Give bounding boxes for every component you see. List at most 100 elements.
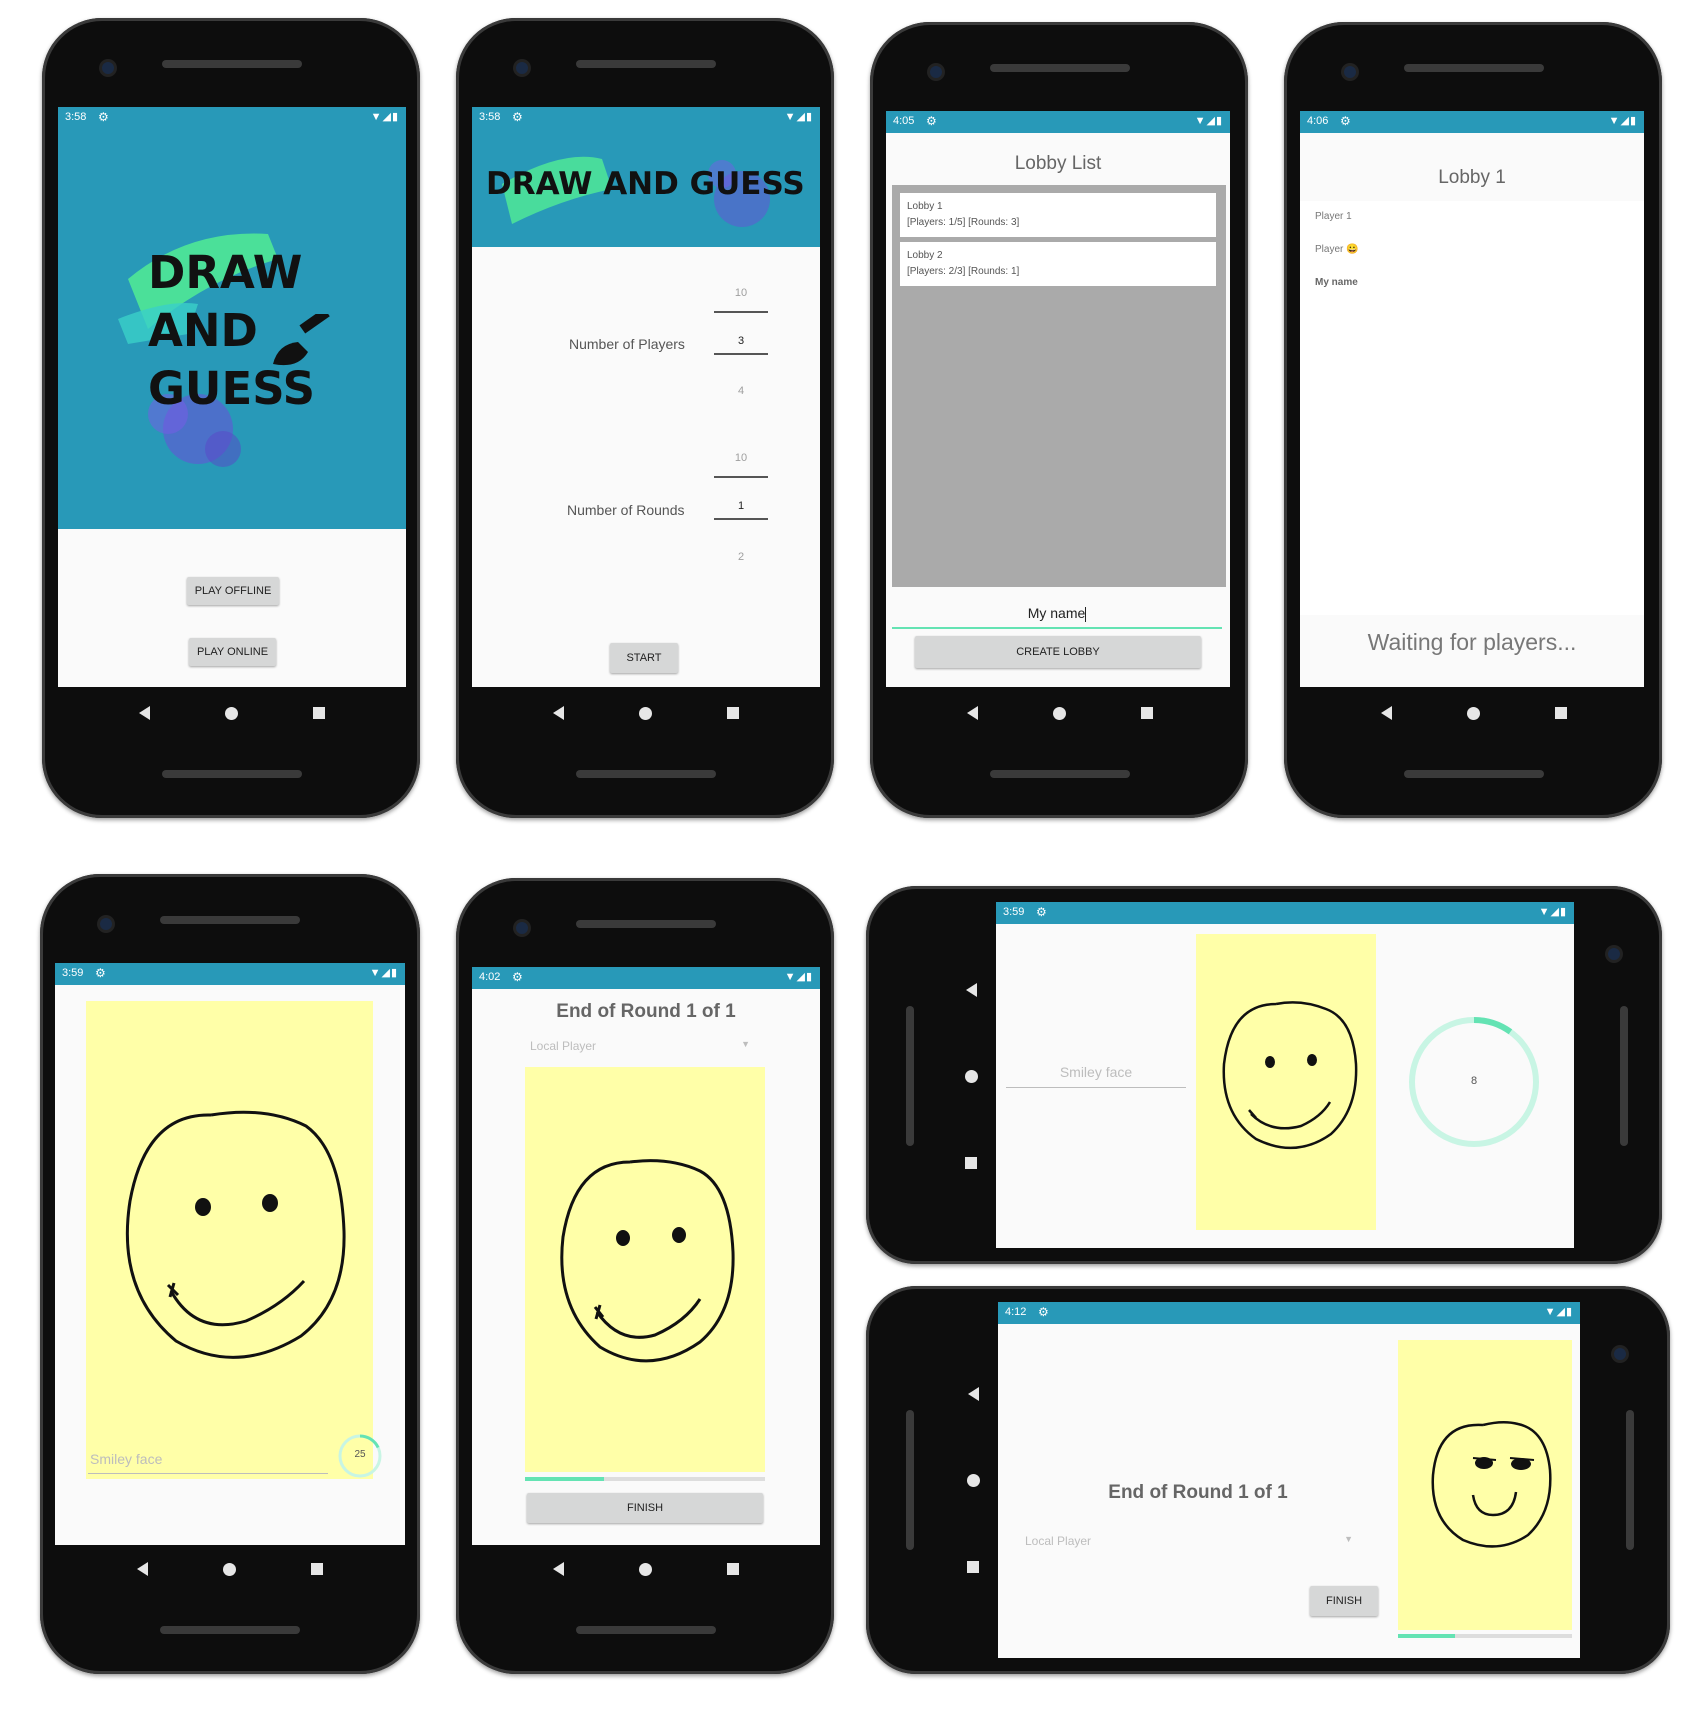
- round-progress-fill: [1398, 1634, 1456, 1638]
- nav-recent-icon[interactable]: [967, 1561, 979, 1574]
- guess-input[interactable]: Smiley face: [1006, 1057, 1186, 1088]
- bottom-speaker: [906, 1006, 914, 1146]
- signal-icon: ◢: [1206, 115, 1216, 127]
- front-camera: [1608, 948, 1620, 960]
- rounds-picker-value[interactable]: 1: [716, 500, 766, 512]
- status-time: 4:05: [893, 115, 915, 127]
- settings-gear-icon: ⚙: [926, 114, 937, 128]
- list-item-lobby-1[interactable]: Lobby 1 [Players: 1/5] [Rounds: 3]: [900, 193, 1216, 237]
- nav-home-icon[interactable]: [638, 706, 652, 720]
- players-picker-value[interactable]: 3: [716, 335, 766, 347]
- nav-home-icon[interactable]: [1466, 706, 1480, 720]
- status-icons: ▼◢▮: [1609, 114, 1637, 127]
- nav-recent-icon[interactable]: [726, 707, 739, 719]
- rounds-picker-above[interactable]: 10: [716, 452, 766, 464]
- guess-input[interactable]: Smiley face: [88, 1445, 328, 1474]
- earpiece: [576, 60, 716, 68]
- nav-recent-icon[interactable]: [965, 1157, 977, 1170]
- wifi-icon: ▼: [370, 111, 383, 123]
- battery-icon: ▮: [1629, 115, 1637, 127]
- nav-recent-icon[interactable]: [1554, 707, 1567, 719]
- phone-landscape-drawing: 3:59 ⚙ ▼◢▮ Smiley face 8: [866, 886, 1662, 1264]
- player-select[interactable]: Local Player ▼: [1025, 1534, 1355, 1554]
- earpiece: [162, 60, 302, 68]
- winking-smiley-drawing: [1431, 1421, 1552, 1548]
- nav-recent-icon[interactable]: [1140, 707, 1153, 719]
- lobby-name: Lobby 2: [907, 250, 943, 261]
- phone-round-end: 4:02 ⚙ ▼◢▮ End of Round 1 of 1 Local Pla…: [456, 878, 834, 1674]
- picker-divider: [714, 476, 768, 478]
- nav-back-icon[interactable]: [553, 1562, 565, 1576]
- nav-bar: [958, 1350, 988, 1610]
- battery-icon: ▮: [391, 111, 399, 123]
- nav-recent-icon[interactable]: [726, 1563, 739, 1575]
- players-picker-above[interactable]: 10: [716, 287, 766, 299]
- settings-gear-icon: ⚙: [512, 970, 523, 984]
- nav-back-icon[interactable]: [553, 706, 565, 720]
- finish-button[interactable]: FINISH: [527, 1493, 763, 1523]
- settings-gear-icon: ⚙: [95, 966, 106, 980]
- paintbrush-icon: [273, 314, 330, 366]
- status-time: 4:12: [1005, 1306, 1027, 1318]
- nav-recent-icon[interactable]: [310, 1563, 323, 1575]
- phone-drawing: 3:59 ⚙ ▼◢▮ Smiley face 25: [40, 874, 420, 1674]
- nav-home-icon[interactable]: [1052, 706, 1066, 720]
- nav-back-icon[interactable]: [1381, 706, 1393, 720]
- nav-home-icon[interactable]: [638, 1562, 652, 1576]
- bottom-speaker: [162, 770, 302, 778]
- finish-button[interactable]: FINISH: [1310, 1586, 1378, 1616]
- rounds-picker-below[interactable]: 2: [716, 551, 766, 563]
- nav-recent-icon[interactable]: [312, 707, 325, 719]
- rounds-label: Number of Rounds: [567, 502, 685, 518]
- play-offline-button[interactable]: PLAY OFFLINE: [187, 577, 279, 605]
- settings-gear-icon: ⚙: [512, 110, 523, 124]
- phone-lobby: 4:06 ⚙ ▼◢▮ Lobby 1 Player 1 Player 😀 My …: [1284, 22, 1662, 818]
- battery-icon: ▮: [1215, 115, 1223, 127]
- nav-home-icon[interactable]: [224, 706, 238, 720]
- signal-icon: ◢: [796, 971, 806, 983]
- nav-bar: [930, 698, 1190, 728]
- dropdown-arrow-icon: ▼: [1344, 1534, 1353, 1544]
- nav-home-icon[interactable]: [222, 1562, 236, 1576]
- picker-divider: [714, 311, 768, 313]
- nav-back-icon[interactable]: [139, 706, 151, 720]
- status-icons: ▼◢▮: [785, 110, 813, 123]
- list-item: Player 😀: [1315, 244, 1359, 255]
- battery-icon: ▮: [805, 971, 813, 983]
- guess-input-placeholder: Smiley face: [90, 1451, 163, 1467]
- timer-ring: 8: [1406, 1014, 1542, 1150]
- play-online-button[interactable]: PLAY ONLINE: [189, 638, 276, 666]
- bottom-speaker: [576, 1626, 716, 1634]
- nav-back-icon[interactable]: [137, 1562, 149, 1576]
- earpiece: [990, 64, 1130, 72]
- battery-icon: ▮: [805, 111, 813, 123]
- start-button[interactable]: START: [610, 643, 678, 673]
- lobby-info: [Players: 1/5] [Rounds: 3]: [907, 217, 1020, 228]
- player-select[interactable]: Local Player ▼: [530, 1039, 752, 1059]
- timer-ring: 25: [337, 1433, 383, 1479]
- nav-bar: [100, 1554, 360, 1584]
- nav-home-icon[interactable]: [964, 1070, 978, 1084]
- status-time: 3:58: [479, 111, 501, 123]
- drawing-canvas[interactable]: [86, 1001, 373, 1479]
- lobby-info: [Players: 2/3] [Rounds: 1]: [907, 266, 1020, 277]
- name-input-value: My name: [1027, 605, 1086, 621]
- nav-bar: [516, 1554, 776, 1584]
- timer-value: 25: [354, 1449, 366, 1460]
- timer-value: 8: [1470, 1075, 1478, 1087]
- nav-back-icon[interactable]: [967, 706, 979, 720]
- status-bar: 3:58 ⚙ ▼◢▮: [58, 107, 406, 129]
- list-item: My name: [1315, 277, 1358, 288]
- nav-home-icon[interactable]: [966, 1474, 980, 1488]
- players-picker-below[interactable]: 4: [716, 385, 766, 397]
- name-input[interactable]: My name: [892, 599, 1222, 629]
- create-lobby-button[interactable]: CREATE LOBBY: [915, 636, 1201, 668]
- page-title: End of Round 1 of 1: [1108, 1482, 1288, 1503]
- nav-back-icon[interactable]: [965, 982, 977, 997]
- screen: 3:59 ⚙ ▼◢▮ Smiley face 25: [55, 963, 405, 1545]
- front-camera: [102, 62, 114, 74]
- list-item-lobby-2[interactable]: Lobby 2 [Players: 2/3] [Rounds: 1]: [900, 242, 1216, 286]
- drawing-canvas[interactable]: [1196, 934, 1376, 1230]
- nav-back-icon[interactable]: [967, 1386, 979, 1401]
- page-title: Lobby List: [1014, 153, 1102, 174]
